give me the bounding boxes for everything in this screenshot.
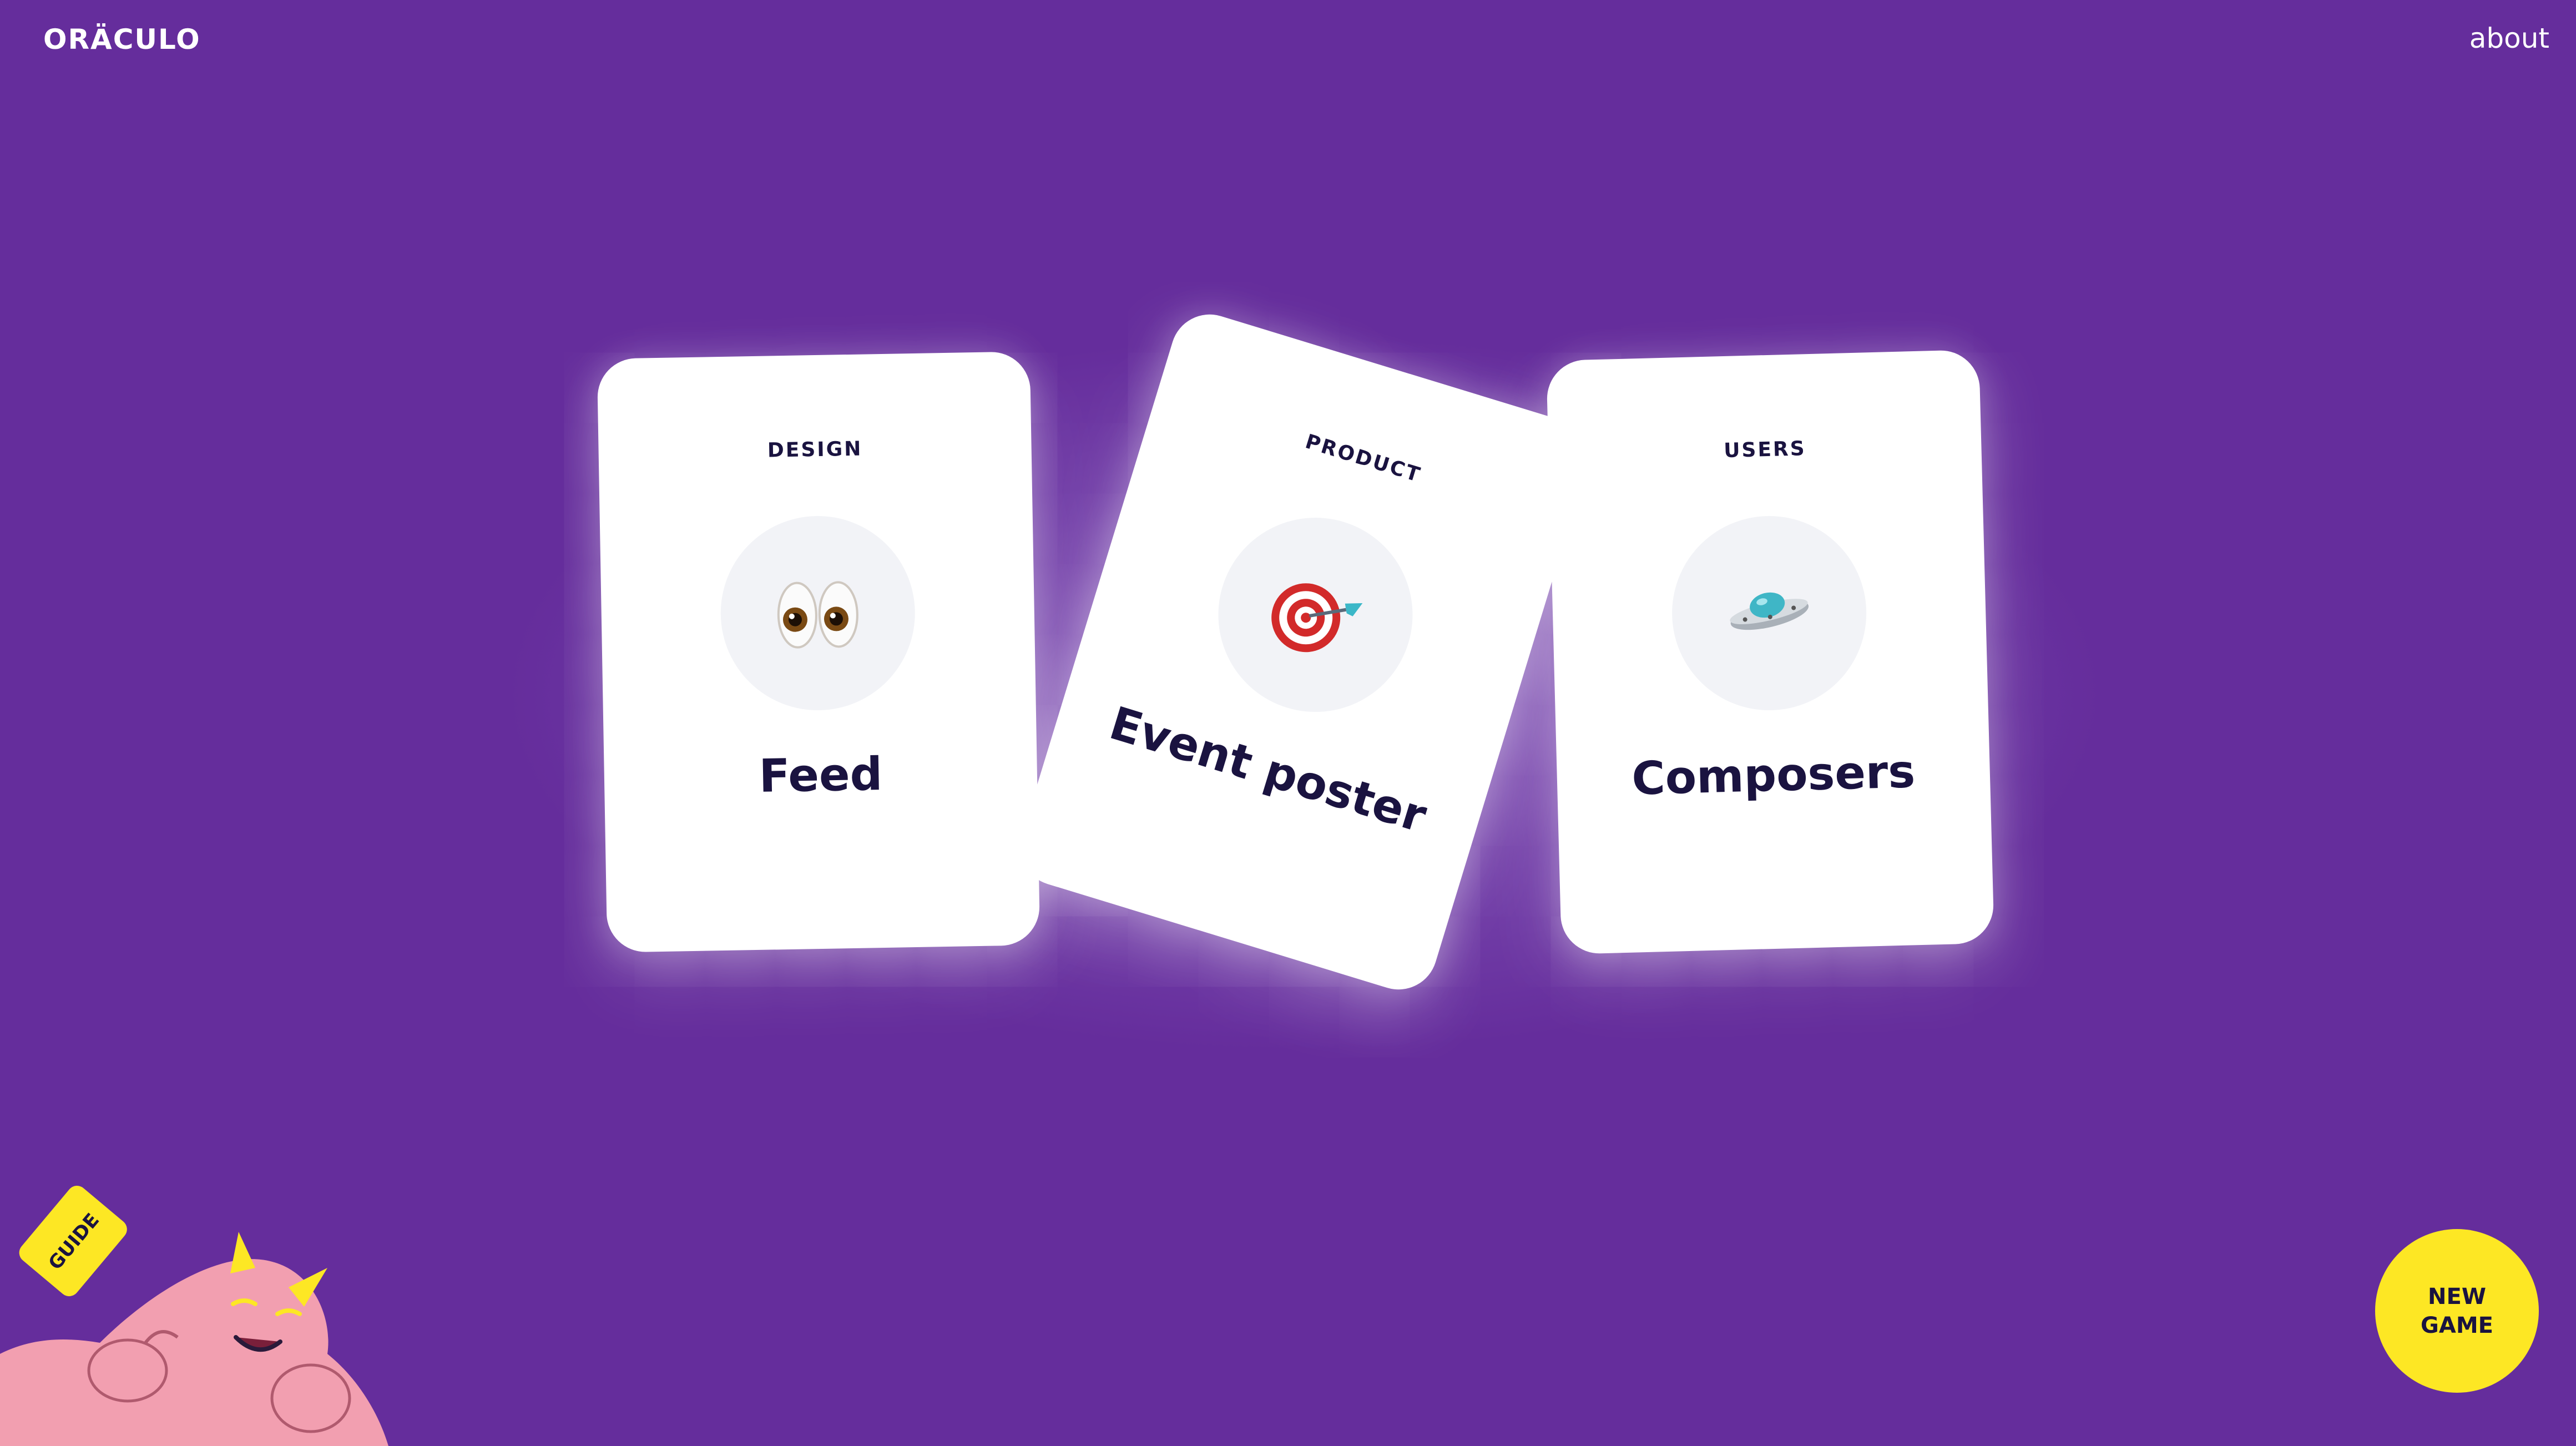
mascot-guide-illustration[interactable]: GUIDE [0, 1171, 400, 1446]
card-category: USERS [1723, 437, 1807, 463]
card-icon-circle [719, 514, 917, 712]
new-game-line1: NEW [2428, 1283, 2486, 1310]
card-title: Event poster [1103, 697, 1433, 843]
card-category: DESIGN [767, 437, 863, 462]
guide-card: GUIDE [19, 1185, 127, 1297]
card-category: PRODUCT [1302, 430, 1424, 487]
new-game-line2: GAME [2421, 1312, 2493, 1338]
card-title: Feed [758, 748, 883, 803]
card-product[interactable]: PRODUCT Event poster [1010, 305, 1598, 999]
ufo-icon [1730, 592, 1809, 630]
target-dart-icon [1271, 583, 1363, 653]
new-game-button[interactable]: NEW GAME [2375, 1229, 2539, 1393]
card-design[interactable]: DESIGN Feed [597, 351, 1040, 953]
about-link[interactable]: about [2469, 22, 2549, 54]
app-logo[interactable]: ORÄCULO [43, 23, 201, 55]
card-title: Composers [1631, 745, 1916, 806]
eyes-icon [777, 581, 858, 649]
page: ORÄCULO about DESIGN Feed PRODUCT Event … [0, 0, 2576, 1446]
card-icon-circle [1669, 513, 1869, 713]
card-icon-circle [1194, 493, 1437, 736]
card-users[interactable]: USERS Composers [1546, 349, 1994, 955]
